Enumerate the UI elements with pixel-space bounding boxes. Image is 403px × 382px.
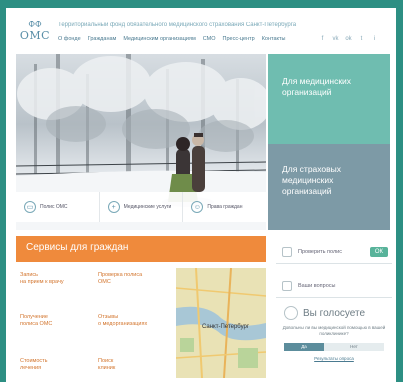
people-icon: ☺: [191, 201, 204, 213]
nav-item-press[interactable]: Пресс-центр: [223, 36, 255, 42]
questions-label: Ваши вопросы: [298, 282, 336, 289]
poll-results-bar[interactable]: Да Нет: [284, 343, 384, 351]
service-link[interactable]: Поиск клиник: [98, 358, 158, 372]
service-link-title: Получение: [20, 314, 48, 320]
feature-policy-label: Полис ОМС: [40, 204, 68, 210]
feature-medical-services[interactable]: + Медицинские услуги: [99, 192, 184, 222]
twitter-icon[interactable]: t: [358, 36, 365, 42]
feature-policy[interactable]: ▭ Полис ОМС: [16, 192, 100, 222]
service-link-title: Отзывы: [98, 314, 119, 320]
logo-text: ОМС: [19, 29, 51, 42]
city-map[interactable]: Санкт-Петербург: [176, 268, 266, 378]
card-icon: ▭: [24, 201, 36, 213]
poll-option-b[interactable]: Нет: [324, 343, 384, 351]
service-link-subtitle: ОМС: [98, 279, 111, 285]
service-link-subtitle: лечения: [20, 365, 42, 371]
poll-header: Вы голосуете: [276, 306, 392, 320]
service-link[interactable]: Стоимость лечения: [20, 358, 80, 372]
feature-medical-label: Медицинские услуги: [123, 204, 172, 210]
page: ФФ ОМС Территориальный фонд обязательног…: [6, 8, 396, 382]
vk-icon[interactable]: vk: [332, 36, 339, 42]
service-link-title: Запись: [20, 272, 39, 278]
instagram-icon[interactable]: i: [371, 36, 378, 42]
nav-item-contacts[interactable]: Контакты: [262, 36, 286, 42]
logo[interactable]: ФФ ОМС: [18, 20, 52, 52]
nav-item-smo[interactable]: СМО: [203, 36, 216, 42]
map-city-label: Санкт-Петербург: [202, 324, 250, 330]
policy-check-label: Проверить полис: [298, 248, 342, 255]
service-link-title: Поиск: [98, 358, 114, 364]
chat-icon: [282, 280, 292, 291]
poll-title: Вы голосуете: [303, 307, 366, 319]
service-link[interactable]: Получение полиса ОМС: [20, 314, 80, 328]
poll-widget: Вы голосуете Довольны ли вы медицинской …: [276, 306, 392, 382]
social-links: f vk ok t i: [319, 36, 378, 42]
poll-results-link[interactable]: Результаты опроса: [276, 356, 392, 361]
service-link-subtitle: клиник: [98, 365, 116, 371]
top-navigation: О фонде Гражданам Медицинским организаци…: [58, 36, 285, 42]
facebook-icon[interactable]: f: [319, 36, 326, 42]
site-tagline: Территориальный фонд обязательного медиц…: [58, 22, 297, 28]
poll-icon: [284, 306, 298, 320]
hero-feature-strip: ▭ Полис ОМС + Медицинские услуги ☺ Права…: [16, 192, 267, 222]
service-link[interactable]: Отзывы о медорганизациях: [98, 314, 158, 328]
map-graphic: [176, 268, 266, 378]
odnoklassniki-icon[interactable]: ok: [345, 36, 352, 42]
services-title: Сервисы для граждан: [26, 242, 129, 253]
service-link[interactable]: Проверка полиса ОМС: [98, 272, 158, 286]
service-link-subtitle: на прием к врачу: [20, 279, 64, 285]
medical-icon: +: [107, 201, 120, 213]
ok-button[interactable]: ОК: [369, 246, 388, 257]
services-header: Сервисы для граждан: [16, 236, 266, 262]
questions-widget[interactable]: Ваши вопросы: [276, 274, 392, 298]
medical-organizations-tile[interactable]: Для медицинских организаций: [268, 54, 390, 144]
document-icon: [282, 246, 292, 257]
service-link-subtitle: полиса ОМС: [20, 321, 53, 327]
service-link-title: Проверка полиса: [98, 272, 143, 278]
logo-emblem: ФФ: [28, 20, 42, 29]
service-link-subtitle: о медорганизациях: [98, 321, 148, 327]
poll-question: Довольны ли вы медицинской помощью в ваш…: [282, 325, 386, 336]
medical-organizations-label: Для медицинских организаций: [282, 76, 352, 97]
insurance-organizations-label: Для страховых медицинских организаций: [282, 164, 342, 196]
poll-option-a[interactable]: Да: [284, 343, 324, 351]
nav-item-citizens[interactable]: Гражданам: [88, 36, 117, 42]
feature-rights[interactable]: ☺ Права граждан: [183, 192, 267, 222]
service-link-title: Стоимость: [20, 358, 48, 364]
nav-item-medical-orgs[interactable]: Медицинским организациям: [123, 36, 195, 42]
policy-check-widget: Проверить полис ОК: [276, 240, 392, 264]
service-link[interactable]: Запись на прием к врачу: [20, 272, 80, 286]
nav-item-about[interactable]: О фонде: [58, 36, 81, 42]
insurance-organizations-tile[interactable]: Для страховых медицинских организаций: [268, 144, 390, 230]
feature-rights-label: Права граждан: [207, 204, 243, 210]
